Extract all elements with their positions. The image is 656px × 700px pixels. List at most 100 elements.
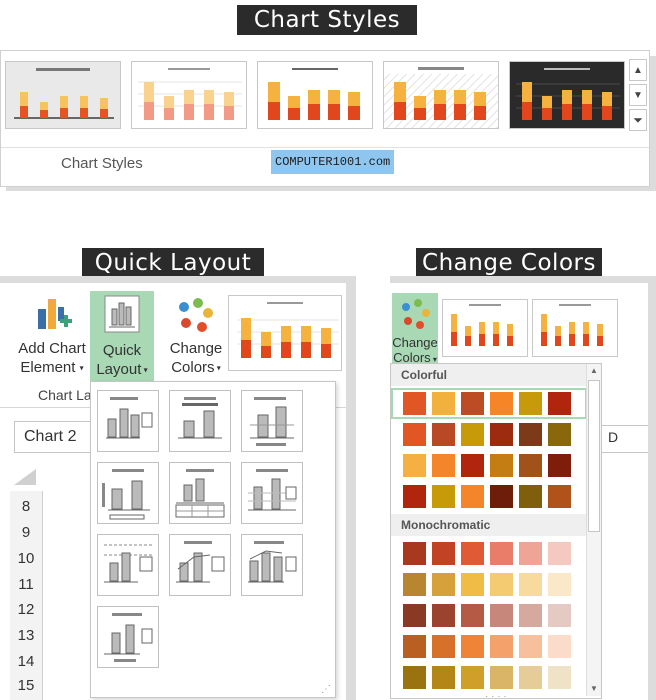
bar-chart-icon <box>451 304 513 346</box>
gallery-scroll-up-button[interactable]: ▲ <box>629 59 647 81</box>
change-colors-dropdown: Colorful Monochromatic ▲ ▼ · · · · <box>390 363 602 700</box>
colors-preview-thumb-1[interactable] <box>442 299 528 357</box>
bar-chart-icon <box>268 68 360 120</box>
color-swatch <box>432 666 455 689</box>
add-chart-line1: Add Chart <box>18 340 86 357</box>
color-swatch <box>403 454 426 477</box>
colors-preview-thumb-2[interactable] <box>532 299 618 357</box>
color-swatch <box>548 604 571 627</box>
color-swatch <box>490 392 513 415</box>
color-swatch <box>490 423 513 446</box>
scroll-thumb[interactable] <box>588 380 600 532</box>
row-header[interactable]: 8 <box>14 498 38 515</box>
color-swatch <box>548 542 571 565</box>
bar-chart-icon <box>516 68 620 120</box>
color-swatch <box>403 666 426 689</box>
color-swatch <box>403 485 426 508</box>
color-swatch <box>519 454 542 477</box>
row-header[interactable]: 10 <box>14 550 38 567</box>
quick-layout-title: Quick Layout <box>82 248 264 278</box>
column-header-d[interactable]: D <box>608 429 618 445</box>
colorful-palette-3[interactable] <box>391 450 577 481</box>
color-swatch <box>461 423 484 446</box>
layout-option-2[interactable] <box>169 390 231 452</box>
chart-layouts-group-label: Chart La <box>38 387 92 403</box>
mono-palette-3[interactable] <box>391 600 577 631</box>
color-swatch <box>403 635 426 658</box>
watermark-badge: COMPUTER1001.com <box>271 150 395 174</box>
row-header[interactable]: 14 <box>14 653 38 670</box>
row-header[interactable]: 12 <box>14 601 38 618</box>
colorful-palette-2[interactable] <box>391 419 577 450</box>
layout-option-5[interactable] <box>169 462 231 524</box>
color-swatch <box>403 542 426 565</box>
color-swatch <box>519 423 542 446</box>
color-swatch <box>403 392 426 415</box>
name-box[interactable]: Chart 2 <box>14 421 92 453</box>
color-swatch <box>432 423 455 446</box>
chart-style-thumb-4[interactable] <box>383 61 499 129</box>
quick-layout-panel: Add Chart Element ▾ Quick Layout ▾ Chang… <box>0 283 346 700</box>
row-header[interactable]: 11 <box>14 576 38 593</box>
row-header[interactable]: 15 <box>14 677 38 694</box>
mono-palette-2[interactable] <box>391 569 577 600</box>
chart-style-thumb-5[interactable] <box>509 61 625 129</box>
dropdown-scrollbar[interactable]: ▲ ▼ <box>586 364 601 696</box>
color-swatch <box>403 604 426 627</box>
layout-option-10[interactable] <box>97 606 159 668</box>
layout-option-8[interactable] <box>169 534 231 596</box>
color-swatch <box>519 635 542 658</box>
change-colors-ribbon-button[interactable]: Change Colors ▾ <box>392 293 438 365</box>
color-swatch <box>519 542 542 565</box>
quick-layout-button[interactable]: Quick Layout ▾ <box>90 291 154 383</box>
color-swatch <box>432 392 455 415</box>
color-swatch <box>432 542 455 565</box>
color-swatch <box>519 392 542 415</box>
color-swatch <box>432 604 455 627</box>
chart-preview-thumb[interactable] <box>228 295 342 371</box>
color-swatch <box>548 666 571 689</box>
add-chart-element-icon <box>38 299 72 329</box>
chart-style-thumb-2[interactable] <box>131 61 247 129</box>
color-swatch <box>461 454 484 477</box>
bar-chart-icon <box>237 302 339 358</box>
change-colors-btn-line1: Change <box>392 335 438 350</box>
color-swatch <box>461 485 484 508</box>
scroll-up-arrow-icon[interactable]: ▲ <box>587 364 601 378</box>
color-swatch <box>490 485 513 508</box>
color-swatch <box>490 666 513 689</box>
color-swatch <box>432 485 455 508</box>
bar-chart-icon <box>541 304 603 346</box>
row-header[interactable]: 13 <box>14 627 38 644</box>
layout-option-9[interactable] <box>241 534 303 596</box>
select-all-corner[interactable] <box>14 469 36 485</box>
resize-grip-icon[interactable]: ⋰ <box>321 684 331 695</box>
layout-icon <box>248 469 297 511</box>
mono-palette-5[interactable] <box>391 662 577 693</box>
row-header[interactable]: 9 <box>14 524 38 541</box>
colorful-palette-1[interactable] <box>391 388 587 419</box>
mono-palette-4[interactable] <box>391 631 577 662</box>
color-swatch <box>461 392 484 415</box>
layout-option-4[interactable] <box>97 462 159 524</box>
chart-styles-title: Chart Styles <box>237 5 417 35</box>
change-colors-button[interactable]: Change Colors ▾ <box>162 295 230 385</box>
colorful-palette-4[interactable] <box>391 481 577 512</box>
layout-option-1[interactable] <box>97 390 159 452</box>
chart-style-thumb-3[interactable] <box>257 61 373 129</box>
add-chart-line2: Element ▾ <box>20 359 84 376</box>
layout-option-7[interactable] <box>97 534 159 596</box>
color-swatch <box>490 542 513 565</box>
gallery-more-button[interactable]: ⏷ <box>629 109 647 131</box>
chart-style-thumb-1[interactable] <box>5 61 121 129</box>
layout-option-6[interactable] <box>241 462 303 524</box>
layout-option-3[interactable] <box>241 390 303 452</box>
color-swatch <box>432 635 455 658</box>
color-swatch <box>548 454 571 477</box>
quick-line1: Quick <box>102 342 142 359</box>
color-swatch <box>548 573 571 596</box>
gallery-scroll-down-button[interactable]: ▼ <box>629 84 647 106</box>
scroll-down-arrow-icon[interactable]: ▼ <box>587 682 601 696</box>
add-chart-element-button[interactable]: Add Chart Element ▾ <box>12 293 92 385</box>
mono-palette-1[interactable] <box>391 538 577 569</box>
